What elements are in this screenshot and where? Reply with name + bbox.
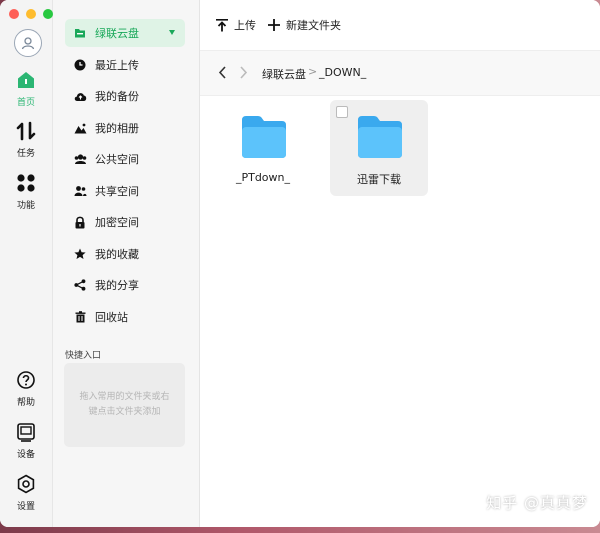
rail-tasks[interactable]: 任务 [0,119,52,159]
new-folder-button[interactable]: 新建文件夹 [268,17,341,33]
sidebar-item-label: 我的相册 [95,122,139,135]
folder-name: _PTdown_ [235,171,291,184]
group-icon [73,152,87,166]
lock-icon [73,215,87,229]
quick-access-hint-line2: 键点击文件夹添加 [88,407,161,417]
sidebar-item-my-shares[interactable]: 我的分享 [65,271,185,299]
rail-settings[interactable]: 设置 [0,472,52,512]
sidebar-item-label: 共享空间 [95,185,139,198]
help-icon [0,368,52,392]
sidebar-item-encrypted-space[interactable]: 加密空间 [65,208,185,236]
rail-devices-label: 设备 [16,450,35,460]
sidebar-item-public-space[interactable]: 公共空间 [65,145,185,173]
device-icon [0,420,52,444]
sidebar-item-recent-uploads[interactable]: 最近上传 [65,51,185,79]
chevron-down-icon[interactable] [169,30,175,35]
drive-icon [73,26,87,40]
new-folder-label: 新建文件夹 [286,19,341,32]
folder-tile[interactable]: 迅雷下载 [330,100,428,196]
user-avatar-icon[interactable] [14,29,42,57]
breadcrumb-root[interactable]: 绿联云盘 [262,66,306,82]
select-checkbox[interactable] [336,106,348,118]
transfer-icon [0,119,52,143]
upload-icon [216,18,228,32]
rail-devices[interactable]: 设备 [0,420,52,460]
sidebar-item-label: 我的备份 [95,90,139,103]
sidebar-item-my-favorites[interactable]: 我的收藏 [65,240,185,268]
clock-icon [73,58,87,72]
share-icon [73,278,87,292]
rail-help-label: 帮助 [16,398,35,408]
upload-button[interactable]: 上传 [216,17,256,33]
main-content: 上传 新建文件夹 绿联云盘 > _DOWN_ _PTdown_ 迅雷下载 知乎 … [200,0,600,527]
rail-features-label: 功能 [16,201,35,211]
folder-name: 迅雷下载 [357,173,401,186]
sidebar-item-recycle-bin[interactable]: 回收站 [65,303,185,331]
home-icon [0,68,52,92]
sidebar-item-shared-space[interactable]: 共享空间 [65,177,185,205]
sidebar-item-label: 我的分享 [95,279,139,292]
sidebar: 绿联云盘 最近上传 我的备份 我的相册 公共空间 共享空间 加密空间 我的收藏 … [53,0,200,527]
back-arrow-icon[interactable] [218,66,227,82]
sidebar-item-my-backup[interactable]: 我的备份 [65,82,185,110]
breadcrumb-separator: > [308,65,318,78]
breadcrumb-current[interactable]: _DOWN_ [319,66,366,79]
minimize-window-button[interactable] [26,9,36,19]
watermark: 知乎 @真真梦 [486,494,588,512]
rail-help[interactable]: 帮助 [0,368,52,408]
sidebar-item-my-album[interactable]: 我的相册 [65,114,185,142]
path-bar: 绿联云盘 > _DOWN_ [200,50,600,96]
sidebar-item-label: 最近上传 [95,59,139,72]
folder-tile[interactable]: _PTdown_ [214,100,312,196]
folder-icon [242,116,286,158]
trash-icon [73,310,87,324]
forward-arrow-icon[interactable] [239,66,248,82]
sidebar-item-label: 我的收藏 [95,248,139,261]
rail-home[interactable]: 首页 [0,68,52,108]
cloud-icon [73,89,87,103]
close-window-button[interactable] [9,9,19,19]
grid-icon [0,171,52,195]
quick-access-hint-line1: 拖入常用的文件夹或右 [79,392,170,402]
plus-icon [268,19,280,31]
photo-icon [73,121,87,135]
rail-tasks-label: 任务 [16,149,35,159]
rail-home-label: 首页 [16,98,35,108]
toolbar: 上传 新建文件夹 [200,0,600,50]
folder-icon [358,116,402,158]
sidebar-item-label: 绿联云盘 [95,27,139,40]
left-rail: 首页 任务 功能 帮助 设备 设置 [0,0,53,527]
sidebar-item-label: 加密空间 [95,216,139,229]
app-window: 首页 任务 功能 帮助 设备 设置 绿联云盘 最近上传 我的备份 我的相册 公共… [0,0,600,527]
sidebar-item-label: 回收站 [95,311,128,324]
share-users-icon [73,184,87,198]
window-controls [9,9,53,19]
star-icon [73,247,87,261]
sidebar-item-label: 公共空间 [95,153,139,166]
settings-icon [0,472,52,496]
upload-label: 上传 [234,19,256,32]
quick-access-dropzone[interactable]: 拖入常用的文件夹或右 键点击文件夹添加 [64,363,185,447]
rail-settings-label: 设置 [16,502,35,512]
sidebar-item-ugreen-drive[interactable]: 绿联云盘 [65,19,185,47]
quick-access-title: 快捷入口 [65,351,102,361]
maximize-window-button[interactable] [43,9,53,19]
rail-features[interactable]: 功能 [0,171,52,211]
